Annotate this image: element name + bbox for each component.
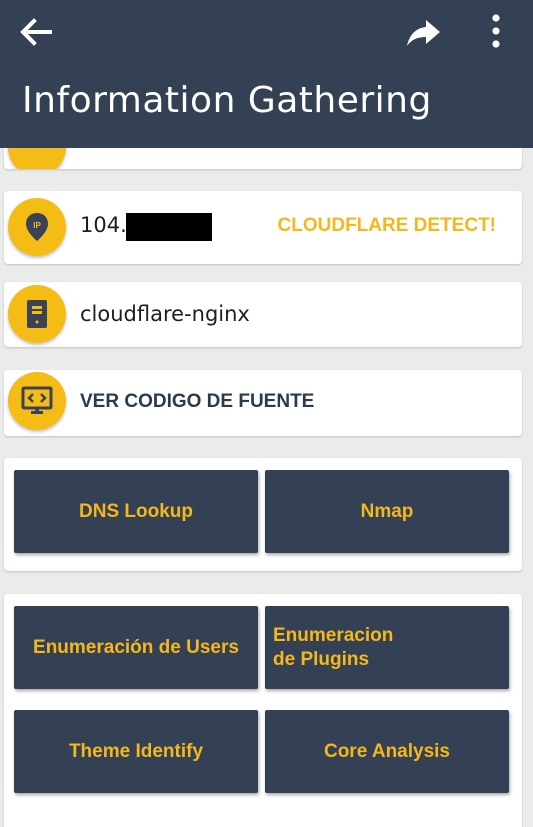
server-name: cloudflare-nginx [80,302,250,326]
theme-identify-button[interactable]: Theme Identify [14,710,258,793]
app-bar: Information Gathering [0,0,533,148]
nmap-button[interactable]: Nmap [265,470,509,553]
cloudflare-status: CLOUDFLARE DETECT! [277,215,496,236]
ip-card[interactable]: IP 104. CLOUDFLARE DETECT! [4,191,522,264]
enumerate-users-button[interactable]: Enumeración de Users [14,606,258,689]
arrow-back-icon [20,18,52,46]
server-icon-circle [8,285,66,343]
server-card[interactable]: cloudflare-nginx [4,282,522,347]
code-monitor-icon [21,386,53,414]
dns-lookup-button[interactable]: DNS Lookup [14,470,258,553]
enumerate-plugins-button[interactable]: Enumeracion de Plugins [265,606,509,689]
ip-redaction [126,213,212,241]
core-analysis-button[interactable]: Core Analysis [265,710,509,793]
more-options-button[interactable] [478,10,514,54]
ip-icon-circle: IP [8,198,66,256]
share-button[interactable] [402,12,446,52]
more-vertical-icon [492,14,500,48]
view-source-label: VER CODIGO DE FUENTE [80,391,315,412]
svg-text:IP: IP [33,221,41,230]
ip-address: 104. [80,213,127,237]
page-title: Information Gathering [22,80,432,121]
back-button[interactable] [14,12,58,52]
share-icon [407,20,440,46]
source-icon-circle [8,372,66,430]
server-icon [27,300,47,328]
ip-location-pin-icon: IP [26,213,48,241]
view-source-card[interactable]: VER CODIGO DE FUENTE [4,370,522,436]
